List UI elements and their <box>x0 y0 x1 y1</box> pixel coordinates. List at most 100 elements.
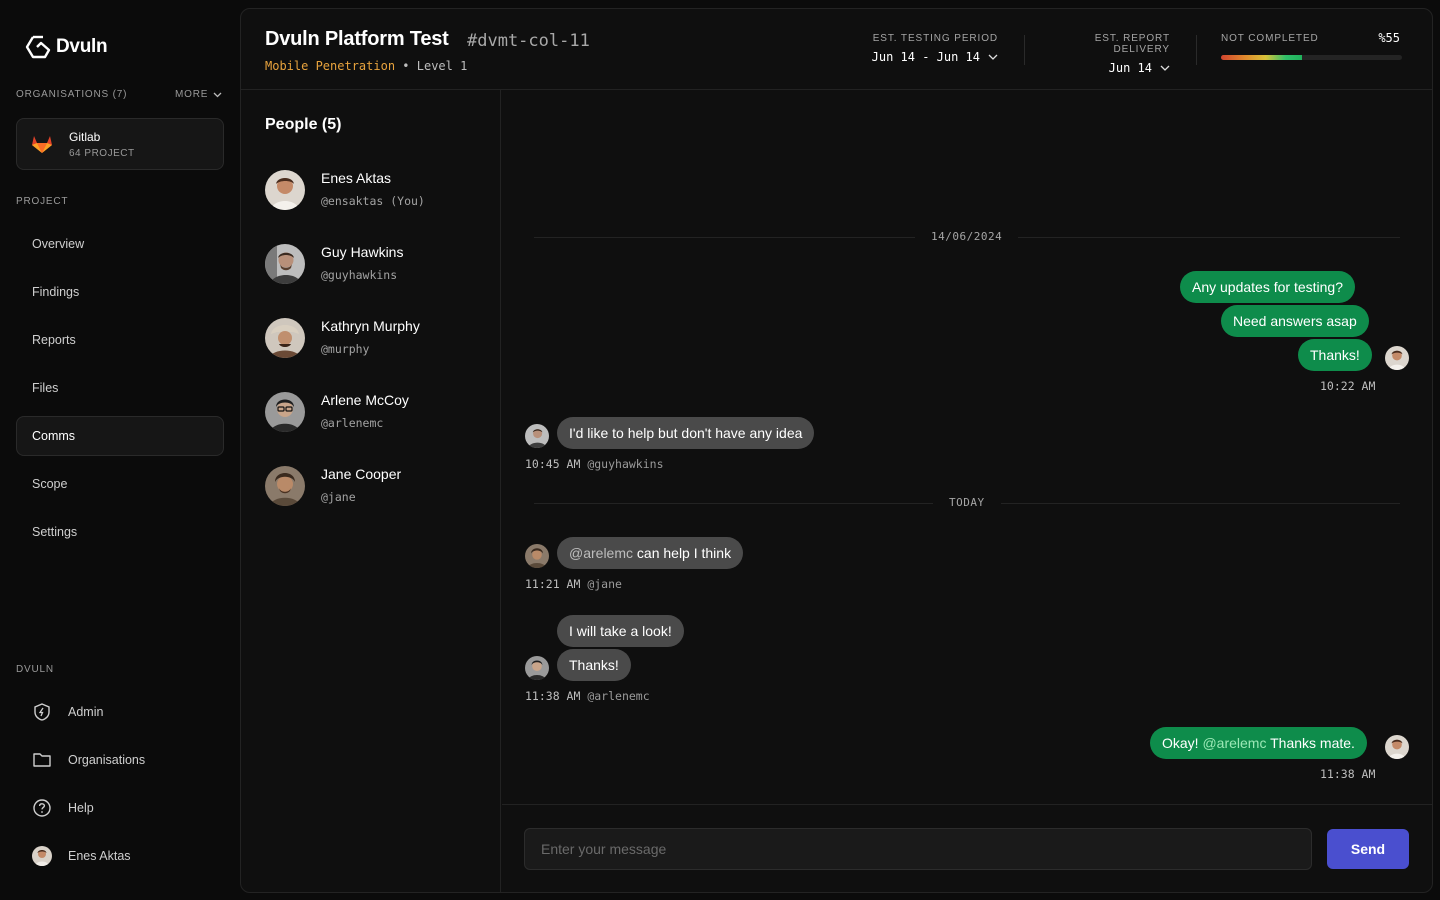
message-author: @jane <box>587 577 622 591</box>
nav-settings[interactable]: Settings <box>16 512 224 552</box>
organisations-label: Organisations <box>68 753 146 767</box>
testing-period-value: Jun 14 - Jun 14 <box>871 50 980 64</box>
person-guy-hawkins[interactable]: Guy Hawkins @guyhawkins <box>265 244 485 288</box>
org-card-gitlab[interactable]: Gitlab 64 PROJECT <box>16 118 224 170</box>
report-delivery-label: EST. REPORT DELIVERY <box>1094 33 1170 55</box>
person-jane-cooper[interactable]: Jane Cooper @jane <box>265 466 485 510</box>
project-label: PROJECT <box>16 196 69 207</box>
report-delivery-dropdown[interactable]: Jun 14 <box>1041 61 1170 75</box>
message-time: 11:21 AM <box>525 577 581 591</box>
more-button[interactable]: MORE <box>175 89 222 100</box>
message-time: 11:38 AM <box>1320 767 1376 781</box>
person-handle: @arlenemc <box>321 416 384 430</box>
avatar <box>265 466 305 506</box>
chevron-down-icon <box>213 92 222 97</box>
progress-bar <box>1221 55 1402 60</box>
current-user[interactable]: Enes Aktas <box>32 844 131 868</box>
subtitle-separator: • <box>402 59 410 73</box>
help-label: Help <box>68 801 94 815</box>
more-label: MORE <box>175 89 209 100</box>
nav-admin[interactable]: Admin <box>32 700 103 724</box>
mention[interactable]: @arelemc <box>1202 735 1266 751</box>
message-bubble: Any updates for testing? <box>1180 271 1355 303</box>
message-bubble: I will take a look! <box>557 615 684 647</box>
message-bubble: Thanks! <box>1298 339 1372 371</box>
folder-icon <box>33 753 51 767</box>
date-label: 14/06/2024 <box>915 230 1019 243</box>
avatar <box>265 392 305 432</box>
nav-findings[interactable]: Findings <box>16 272 224 312</box>
nav-scope[interactable]: Scope <box>16 464 224 504</box>
test-type: Mobile Penetration <box>265 59 396 73</box>
message-author: @guyhawkins <box>587 457 664 471</box>
project-header: Dvuln Platform Test #dvmt-col-11 Mobile … <box>241 9 1432 90</box>
message-time: 11:38 AM <box>525 689 581 703</box>
brand-name: Dvuln <box>56 36 108 57</box>
testing-period-dropdown[interactable]: Jun 14 - Jun 14 <box>841 50 998 64</box>
message-bubble: Thanks! <box>557 649 631 681</box>
testing-period: EST. TESTING PERIOD Jun 14 - Jun 14 <box>841 33 998 64</box>
test-level: Level 1 <box>416 59 468 73</box>
avatar <box>265 170 305 210</box>
message-bubble: I'd like to help but don't have any idea <box>557 417 815 449</box>
message-text: Thanks mate. <box>1266 735 1355 751</box>
avatar <box>265 318 305 358</box>
person-enes-aktas[interactable]: Enes Aktas @ensaktas (You) <box>265 170 485 214</box>
dvuln-logo-icon <box>25 35 51 59</box>
person-arlene-mccoy[interactable]: Arlene McCoy @arlenemc <box>265 392 485 436</box>
avatar <box>525 544 549 568</box>
shield-icon <box>34 703 50 721</box>
message-meta: 11:21 AM @jane <box>525 577 622 591</box>
user-name: Enes Aktas <box>68 849 131 863</box>
message-text: Okay! <box>1162 735 1203 751</box>
person-handle: @jane <box>321 490 356 504</box>
person-handle: @murphy <box>321 342 370 356</box>
avatar <box>32 846 52 866</box>
project-subtitle: Mobile Penetration • Level 1 <box>265 59 467 73</box>
help-icon <box>33 799 51 817</box>
nav-reports[interactable]: Reports <box>16 320 224 360</box>
header-divider <box>1196 35 1197 65</box>
message-meta: 11:38 AM @arlenemc <box>525 689 650 703</box>
progress-percent: %55 <box>1378 31 1400 45</box>
report-delivery: EST. REPORT DELIVERY Jun 14 <box>1041 33 1170 75</box>
people-panel: People (5) Enes Aktas @ensaktas (You) Gu… <box>241 90 501 892</box>
project-title: Dvuln Platform Test <box>265 28 449 50</box>
org-project-count: 64 PROJECT <box>69 147 135 159</box>
person-handle: @ensaktas (You) <box>321 194 425 208</box>
avatar <box>525 424 549 448</box>
nav-comms[interactable]: Comms <box>16 416 224 456</box>
testing-period-label: EST. TESTING PERIOD <box>872 33 998 44</box>
person-kathryn-murphy[interactable]: Kathryn Murphy @murphy <box>265 318 485 362</box>
mention[interactable]: @arelemc <box>569 545 633 561</box>
message-input[interactable] <box>524 828 1312 870</box>
person-name: Jane Cooper <box>321 466 402 482</box>
message-meta: 10:45 AM @guyhawkins <box>525 457 664 471</box>
person-handle: @guyhawkins <box>321 268 398 282</box>
progress-fill <box>1221 55 1303 60</box>
person-name: Guy Hawkins <box>321 244 404 260</box>
chat-panel[interactable]: 14/06/2024 Any updates for testing? Need… <box>502 90 1432 804</box>
person-name: Enes Aktas <box>321 170 392 186</box>
nav-organisations[interactable]: Organisations <box>32 748 145 772</box>
brand-logo[interactable]: Dvuln <box>24 34 108 60</box>
organisations-label: ORGANISATIONS (7) <box>16 89 128 100</box>
gitlab-icon <box>32 136 52 153</box>
nav-help[interactable]: Help <box>32 796 94 820</box>
avatar <box>265 244 305 284</box>
header-divider <box>1024 35 1025 65</box>
person-name: Arlene McCoy <box>321 392 409 408</box>
message-time: 10:22 AM <box>1320 379 1376 393</box>
nav-overview[interactable]: Overview <box>16 224 224 264</box>
avatar <box>1385 735 1409 759</box>
message-author: @arlenemc <box>587 689 650 703</box>
message-text: can help I think <box>633 545 732 561</box>
date-label: TODAY <box>933 496 1001 509</box>
message-time: 10:45 AM <box>525 457 581 471</box>
nav-files[interactable]: Files <box>16 368 224 408</box>
progress-label: NOT COMPLETED <box>1221 33 1319 44</box>
message-bubble: @arelemc can help I think <box>557 537 744 569</box>
main-panel: Dvuln Platform Test #dvmt-col-11 Mobile … <box>240 8 1433 893</box>
send-button[interactable]: Send <box>1327 829 1409 869</box>
avatar <box>525 656 549 680</box>
